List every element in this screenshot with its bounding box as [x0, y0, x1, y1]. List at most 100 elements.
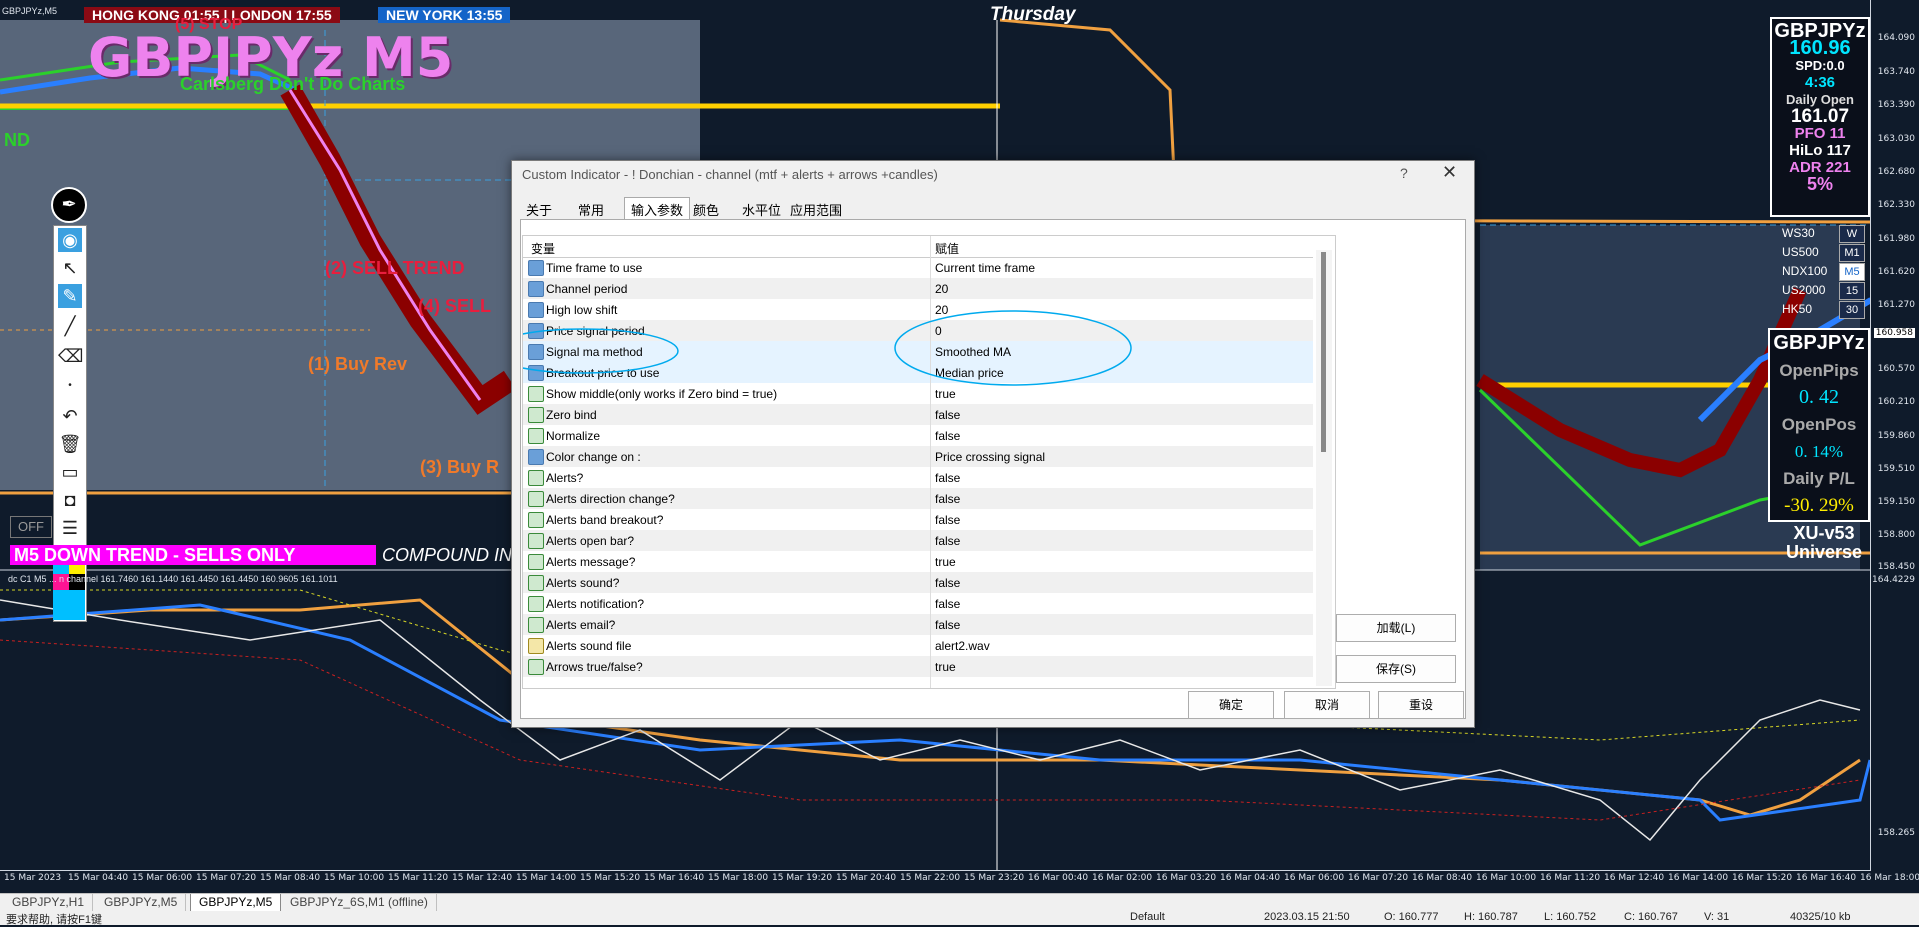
status-volume: V: 31	[1704, 911, 1730, 923]
price-tick: 158.800	[1877, 530, 1915, 540]
info-spread: SPD:0.0	[1795, 58, 1845, 73]
dialog-title: Custom Indicator - ! Donchian - channel …	[522, 167, 938, 182]
indicator-tick: 164.4229	[1872, 575, 1915, 585]
eye-icon[interactable]: ◉	[58, 228, 82, 252]
undo-icon[interactable]: ↶	[58, 404, 82, 428]
time-tick: 16 Mar 14:00	[1668, 873, 1729, 883]
off-button[interactable]: OFF	[10, 516, 52, 538]
cancel-button[interactable]: 取消	[1284, 691, 1370, 719]
status-open: O: 160.777	[1384, 911, 1439, 923]
time-tick: 16 Mar 16:40	[1796, 873, 1857, 883]
time-tick: 15 Mar 16:40	[644, 873, 705, 883]
symbol-tag: GBPJPYz,M5	[2, 6, 58, 16]
camera-icon[interactable]: ◘	[58, 488, 82, 512]
info-panel: GBPJPYz 160.96 SPD:0.0 4:36 Daily Open 1…	[1770, 17, 1870, 217]
inputs-table[interactable]: 变量 赋值 Time frame to use Current time fram…	[522, 235, 1336, 689]
open-pips: 0. 42	[1799, 386, 1839, 408]
price-tick: 160.210	[1877, 397, 1915, 407]
close-icon[interactable]: ✕	[1442, 162, 1457, 183]
sell-label: (4) SELL	[418, 296, 492, 316]
symbol-row[interactable]: NDX100 M5	[1766, 263, 1866, 282]
eraser-icon[interactable]: ⌫	[58, 344, 83, 368]
symbol-row[interactable]: US500 M1	[1766, 244, 1866, 263]
ok-button[interactable]: 确定	[1188, 691, 1274, 719]
day-label: Thursday	[990, 4, 1076, 25]
time-tick: 16 Mar 02:00	[1092, 873, 1153, 883]
daily-pl: -30. 29%	[1784, 495, 1854, 516]
price-tick: 164.090	[1877, 33, 1915, 43]
tab-levels[interactable]: 水平位	[742, 200, 781, 219]
info-hilo: HiLo 117	[1789, 142, 1851, 159]
time-tick: 16 Mar 08:40	[1412, 873, 1473, 883]
time-tick: 15 Mar 20:40	[836, 873, 897, 883]
time-tick: 15 Mar 10:00	[324, 873, 385, 883]
daily-pl-label: Daily P/L	[1783, 469, 1855, 488]
time-tick: 16 Mar 12:40	[1604, 873, 1665, 883]
buy-rev-1-label: (1) Buy Rev	[308, 354, 408, 374]
sell-trend-label: (2) SELL TREND	[325, 258, 465, 278]
pip-symbol: GBPJPYz	[1773, 332, 1865, 354]
trend-banner: M5 DOWN TREND - SELLS ONLY	[10, 545, 376, 565]
dot-icon[interactable]: •	[58, 374, 82, 398]
price-axis: 164.090 163.740 163.390 163.030 162.680 …	[1870, 0, 1919, 870]
open-pos: 0. 14%	[1794, 442, 1844, 461]
annotation-circles	[523, 310, 1132, 386]
current-price-tick: 160.958	[1873, 328, 1915, 338]
symbol-row[interactable]: HK50 30	[1766, 301, 1866, 320]
status-low: L: 160.752	[1544, 911, 1596, 923]
xu-label: XU-v53 Universe	[1776, 524, 1872, 562]
help-icon[interactable]: ?	[1400, 165, 1408, 181]
price-tick: 162.680	[1877, 167, 1915, 177]
time-tick: 16 Mar 11:20	[1540, 873, 1601, 883]
tab-colors[interactable]: 颜色	[693, 200, 719, 219]
tab-about[interactable]: 关于	[526, 200, 552, 219]
time-tick: 16 Mar 10:00	[1476, 873, 1537, 883]
chart-tabs: GBPJPYz,H1 GBPJPYz,M5 GBPJPYz,M5 GBPJPYz…	[0, 893, 1919, 914]
save-button[interactable]: 保存(S)	[1336, 655, 1456, 683]
symbol-row[interactable]: US2000 15	[1766, 282, 1866, 301]
time-tick: 15 Mar 11:20	[388, 873, 449, 883]
trash-icon[interactable]: 🗑	[58, 432, 82, 456]
color-palette[interactable]	[53, 558, 85, 620]
time-tick: 15 Mar 07:20	[196, 873, 257, 883]
symbol-row[interactable]: WS30 W	[1766, 225, 1866, 244]
time-tick: 15 Mar 22:00	[900, 873, 961, 883]
time-tick: 15 Mar 19:20	[772, 873, 833, 883]
xu-version: XU-v53	[1793, 523, 1855, 543]
time-tick: 16 Mar 04:40	[1220, 873, 1281, 883]
time-tick: 15 Mar 23:20	[964, 873, 1025, 883]
list-icon[interactable]: ☰	[58, 516, 82, 540]
price-tick: 160.570	[1877, 364, 1915, 374]
screen-icon[interactable]: ▭	[58, 460, 82, 484]
price-tick: 163.030	[1877, 134, 1915, 144]
tab-visualization[interactable]: 应用范围	[790, 200, 842, 219]
status-high: H: 160.787	[1464, 911, 1518, 923]
time-tick: 16 Mar 18:00	[1860, 873, 1919, 883]
open-pos-label: OpenPos	[1781, 415, 1857, 434]
info-pct: 5%	[1806, 174, 1833, 194]
time-tick: 16 Mar 03:20	[1156, 873, 1217, 883]
reset-button[interactable]: 重设	[1378, 691, 1464, 719]
tab-common[interactable]: 常用	[578, 200, 604, 219]
time-tick: 15 Mar 18:00	[708, 873, 769, 883]
compound-label: COMPOUND IN	[382, 545, 512, 565]
time-tick: 15 Mar 06:00	[132, 873, 193, 883]
price-tick: 159.860	[1877, 431, 1915, 441]
time-tick: 15 Mar 12:40	[452, 873, 513, 883]
info-price: 160.96	[1789, 37, 1851, 59]
cursor-icon[interactable]: ↖	[58, 256, 82, 280]
nd-label: ND	[4, 130, 30, 150]
clock-newyork: NEW YORK 13:55	[378, 7, 511, 23]
price-tick: 159.510	[1877, 464, 1915, 474]
tab-inputs[interactable]: 输入参数	[624, 197, 691, 220]
price-tick: 158.450	[1877, 562, 1915, 572]
price-tick: 161.620	[1877, 267, 1915, 277]
load-button[interactable]: 加载(L)	[1336, 614, 1456, 642]
pin-icon[interactable]: ✒	[51, 187, 87, 223]
buy-rev-3-label: (3) Buy R	[420, 457, 500, 477]
symbol-list: WS30 W US500 M1 NDX100 M5 US2000 15 HK50 30	[1766, 225, 1866, 320]
xu-universe: Universe	[1785, 542, 1863, 562]
time-tick: 15 Mar 15:20	[580, 873, 641, 883]
line-icon[interactable]: ╱	[58, 314, 82, 338]
highlighter-icon[interactable]: ✎	[58, 284, 82, 308]
